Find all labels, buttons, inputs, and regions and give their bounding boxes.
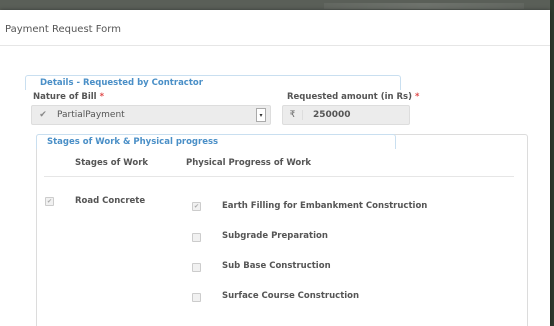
requested-amount-field[interactable]: ₹ 250000 [282, 105, 410, 125]
progress-item-surface-course: Surface Course Construction [222, 291, 360, 301]
header-divider [44, 176, 514, 177]
progress-item-sub-base: Sub Base Construction [222, 261, 331, 271]
progress-item-subgrade: Subgrade Preparation [222, 231, 328, 241]
check-icon: ✔ [39, 110, 47, 120]
progress-item-earth-filling: Earth Filling for Embankment Constructio… [222, 201, 428, 211]
details-fieldset: Details - Requested by Contractor [25, 75, 401, 90]
column-header-stages: Stages of Work [75, 158, 149, 168]
nature-of-bill-select[interactable]: ✔ PartialPayment ▾ [31, 105, 271, 125]
stage-name: Road Concrete [75, 196, 146, 206]
chevron-down-icon[interactable]: ▾ [256, 108, 266, 122]
requested-amount-label: Requested amount (in Rs) * [287, 92, 420, 102]
details-legend: Details - Requested by Contractor [40, 78, 203, 88]
background-edge [550, 0, 554, 326]
stage-checkbox[interactable]: ✔ [45, 197, 54, 206]
progress-checkbox-surface-course[interactable] [192, 293, 201, 302]
nature-of-bill-value: PartialPayment [57, 110, 125, 120]
rupee-icon: ₹ [283, 110, 303, 120]
nature-of-bill-label: Nature of Bill * [33, 92, 105, 102]
requested-amount-value: 250000 [313, 110, 351, 120]
modal-header: Payment Request Form [0, 10, 550, 46]
required-asterisk: * [99, 92, 105, 102]
column-header-progress: Physical Progress of Work [186, 158, 312, 168]
stages-legend: Stages of Work & Physical progress [47, 137, 219, 147]
modal-title: Payment Request Form [5, 24, 121, 35]
required-asterisk: * [414, 92, 420, 102]
progress-checkbox-sub-base[interactable] [192, 263, 201, 272]
stages-legend-box: Stages of Work & Physical progress [36, 134, 396, 149]
progress-checkbox-earth-filling[interactable]: ✔ [192, 202, 201, 211]
progress-checkbox-subgrade[interactable] [192, 233, 201, 242]
